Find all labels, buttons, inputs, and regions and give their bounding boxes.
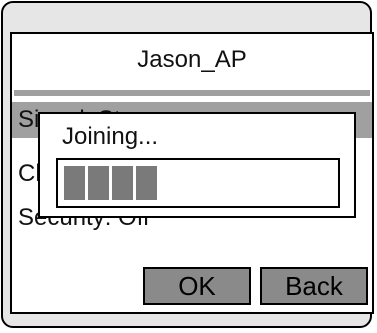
back-button[interactable]: Back: [260, 267, 368, 305]
network-title: Jason_AP: [137, 46, 247, 73]
joining-message: Joining...: [62, 123, 159, 150]
ok-button[interactable]: OK: [143, 267, 251, 305]
title-divider: [14, 90, 370, 96]
progress-segment: [136, 166, 157, 200]
progress-segment: [112, 166, 133, 200]
progress-segment: [88, 166, 109, 200]
progress-segment: [64, 166, 85, 200]
joining-dialog: Joining...: [38, 112, 356, 218]
join-progress-bar: [56, 158, 340, 208]
